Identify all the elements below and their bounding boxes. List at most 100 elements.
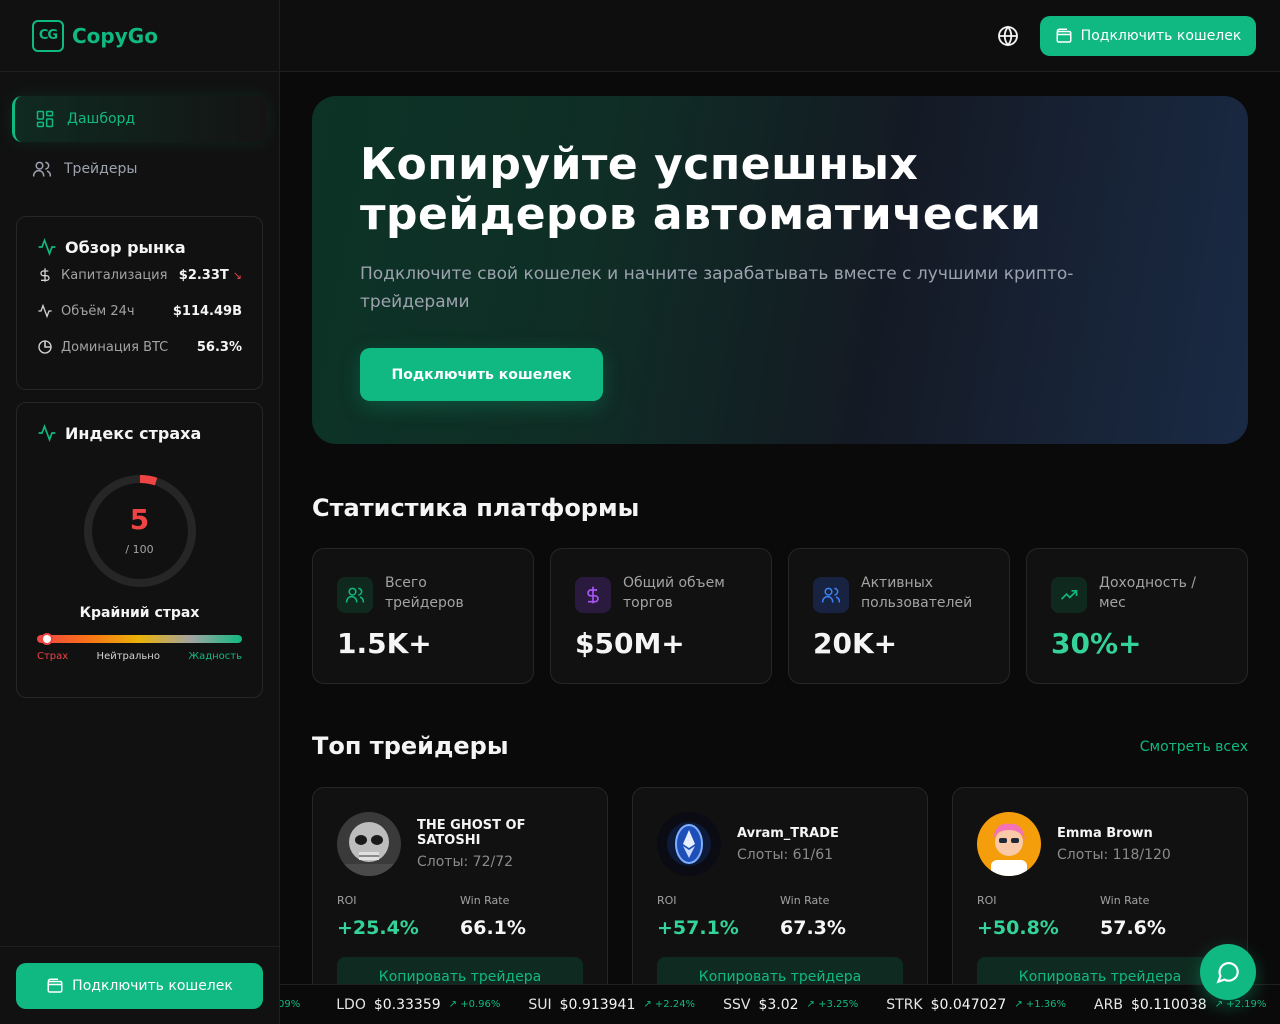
trader-roi: ROI +57.1% bbox=[657, 894, 780, 939]
hero-banner: Копируйте успешных трейдеров автоматичес… bbox=[312, 96, 1248, 444]
ticker-price: $3.02 bbox=[758, 996, 799, 1013]
roi-label: ROI bbox=[337, 894, 357, 907]
avatar bbox=[977, 812, 1041, 876]
fear-index-heading: Индекс страха bbox=[65, 423, 202, 443]
globe-icon[interactable] bbox=[996, 24, 1020, 48]
avatar bbox=[657, 812, 721, 876]
hero-connect-wallet-button[interactable]: Подключить кошелек bbox=[360, 348, 603, 401]
market-overview-card: Обзор рынка Капитализация $2.33T ↘ Объём… bbox=[16, 216, 263, 390]
sidebar-item-label: Дашборд bbox=[67, 111, 136, 127]
market-label: Доминация BTC bbox=[61, 339, 169, 355]
market-value: $114.49B bbox=[172, 303, 242, 319]
chat-button[interactable] bbox=[1200, 944, 1256, 1000]
trader-card[interactable]: Emma Brown Слоты: 118/120 ROI +50.8% Win… bbox=[952, 787, 1248, 984]
ticker-change: ↗ +1.36% bbox=[1014, 999, 1067, 1010]
fear-value: 5 bbox=[129, 503, 150, 536]
trader-name: Avram_TRADE bbox=[737, 825, 839, 841]
stat-label: Активных пользователей bbox=[861, 575, 973, 611]
sidebar-connect-wallet-button[interactable]: Подключить кошелек bbox=[16, 963, 263, 1009]
header-connect-wallet-button[interactable]: Подключить кошелек bbox=[1040, 16, 1256, 56]
stat-value: 20K+ bbox=[813, 627, 898, 660]
stats-grid: Всего трейдеров 1.5K+ Общий объем торгов… bbox=[312, 548, 1248, 684]
fear-scale-marker bbox=[41, 633, 54, 645]
ticker-price: $0.047027 bbox=[930, 996, 1007, 1013]
win-rate-value: 67.3% bbox=[780, 917, 846, 939]
hero-subtitle: Подключите свой кошелек и начните зараба… bbox=[360, 264, 1074, 312]
logo[interactable]: CG CopyGo bbox=[0, 0, 279, 72]
trader-card[interactable]: Avram_TRADE Слоты: 61/61 ROI +57.1% Win … bbox=[632, 787, 928, 984]
ticker-symbol: ARB bbox=[1094, 996, 1123, 1013]
trader-roi: ROI +25.4% bbox=[337, 894, 460, 939]
trader-win-rate: Win Rate 57.6% bbox=[1100, 894, 1223, 939]
button-label: Подключить кошелек bbox=[391, 366, 572, 383]
trader-card[interactable]: THE GHOST OF SATOSHI Слоты: 72/72 ROI +2… bbox=[312, 787, 608, 984]
ticker-item[interactable]: SSV $3.02 ↗ +3.25% bbox=[723, 997, 858, 1013]
sidebar-item-traders[interactable]: Трейдеры bbox=[12, 146, 267, 192]
dollar-icon bbox=[575, 577, 611, 613]
see-all-link[interactable]: Смотреть всех bbox=[1140, 739, 1248, 755]
top-traders-title: Топ трейдеры bbox=[312, 732, 509, 760]
ticker-price: $0.913941 bbox=[559, 996, 636, 1013]
trader-win-rate: Win Rate 67.3% bbox=[780, 894, 903, 939]
dashboard-icon bbox=[36, 110, 54, 128]
win-rate-value: 57.6% bbox=[1100, 917, 1166, 939]
market-label: Капитализация bbox=[61, 267, 168, 283]
stat-card-volume: Общий объем торгов $50M+ bbox=[550, 548, 772, 684]
roi-value: +57.1% bbox=[657, 917, 739, 939]
trader-roi: ROI +50.8% bbox=[977, 894, 1100, 939]
ticker-item[interactable]: ARB $0.110038 ↗ +2.19% bbox=[1094, 997, 1266, 1013]
ticker-symbol: STRK bbox=[886, 996, 923, 1013]
stat-value: 1.5K+ bbox=[337, 627, 432, 660]
wallet-icon bbox=[1056, 28, 1072, 43]
stat-label: Общий объем торгов bbox=[623, 575, 725, 611]
sidebar-footer: Подключить кошелек bbox=[0, 946, 280, 1024]
fear-index-card: Индекс страха 5 / 100 Крайний страх Стра… bbox=[16, 402, 263, 698]
fear-scale-fear: Страх bbox=[37, 651, 69, 662]
copy-trader-button[interactable]: Копировать трейдера bbox=[337, 957, 583, 984]
sidebar-item-dashboard[interactable]: Дашборд bbox=[12, 96, 267, 142]
market-overview-title: Обзор рынка bbox=[37, 237, 242, 257]
main-content: Копируйте успешных трейдеров автоматичес… bbox=[280, 72, 1280, 984]
top-header: Подключить кошелек bbox=[280, 0, 1280, 72]
wallet-icon bbox=[47, 978, 63, 993]
win-rate-label: Win Rate bbox=[460, 894, 510, 907]
ticker-symbol: LDO bbox=[336, 996, 366, 1013]
roi-value: +50.8% bbox=[977, 917, 1059, 939]
users-icon bbox=[32, 161, 52, 177]
ticker-item[interactable]: LDO $0.33359 ↗ +0.96% bbox=[336, 997, 500, 1013]
users-icon bbox=[337, 577, 373, 613]
ticker-price: $0.110038 bbox=[1130, 996, 1207, 1013]
logo-text: CopyGo bbox=[72, 23, 158, 48]
market-row-dominance: Доминация BTC 56.3% bbox=[37, 329, 242, 365]
button-label: Подключить кошелек bbox=[1080, 28, 1242, 44]
roi-label: ROI bbox=[977, 894, 997, 907]
ticker-symbol: SUI bbox=[528, 996, 552, 1013]
avatar bbox=[337, 812, 401, 876]
activity-icon bbox=[38, 423, 56, 443]
ticker-item[interactable]: STRK $0.047027 ↗ +1.36% bbox=[886, 997, 1066, 1013]
hero-title: Копируйте успешных трейдеров автоматичес… bbox=[360, 140, 1200, 240]
stat-value: 30%+ bbox=[1051, 627, 1142, 660]
fear-max: / 100 bbox=[125, 543, 154, 556]
fear-index-title: Индекс страха bbox=[37, 423, 242, 443]
stat-label: Всего трейдеров bbox=[385, 575, 464, 611]
copy-trader-button[interactable]: Копировать трейдера bbox=[657, 957, 903, 984]
sidebar-item-label: Трейдеры bbox=[64, 161, 138, 177]
ticker-item[interactable]: SUI $0.913941 ↗ +2.24% bbox=[528, 997, 695, 1013]
stat-card-users: Активных пользователей 20K+ bbox=[788, 548, 1010, 684]
ticker-price: $0.33359 bbox=[373, 996, 441, 1013]
price-ticker: 09% LDO $0.33359 ↗ +0.96% SUI $0.913941 … bbox=[280, 984, 1280, 1024]
stat-card-yield: Доходность / мес 30%+ bbox=[1026, 548, 1248, 684]
roi-value: +25.4% bbox=[337, 917, 419, 939]
copy-trader-button[interactable]: Копировать трейдера bbox=[977, 957, 1223, 984]
ticker-change: ↗ +2.24% bbox=[643, 999, 696, 1010]
fear-level-label: Крайний страх bbox=[79, 605, 200, 621]
win-rate-value: 66.1% bbox=[460, 917, 526, 939]
trending-up-icon bbox=[1051, 577, 1087, 613]
trader-name: THE GHOST OF SATOSHI bbox=[417, 818, 526, 848]
button-label: Подключить кошелек bbox=[72, 978, 233, 994]
fear-scale-labels: Страх Нейтрально Жадность bbox=[37, 651, 242, 662]
trader-slots: Слоты: 61/61 bbox=[737, 846, 834, 863]
stat-label: Доходность / мес bbox=[1099, 575, 1197, 611]
market-row-volume: Объём 24ч $114.49B bbox=[37, 293, 242, 329]
